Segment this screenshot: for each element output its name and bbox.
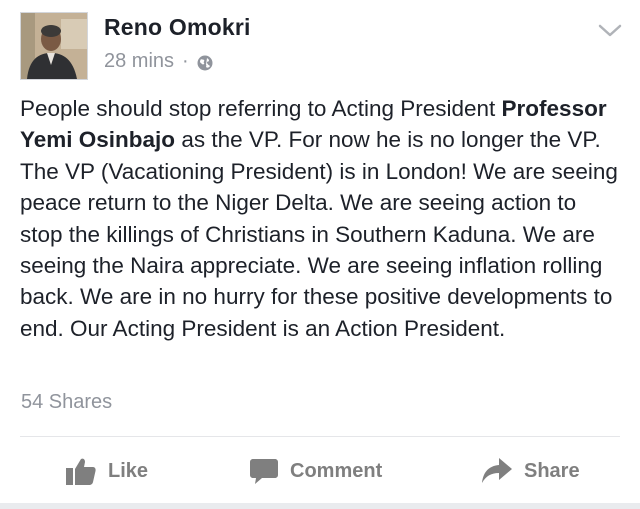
chevron-down-icon[interactable] (596, 18, 624, 42)
share-button[interactable]: Share (482, 455, 580, 487)
comment-label: Comment (290, 459, 383, 482)
post-meta: 28 mins · (104, 50, 213, 73)
like-label: Like (108, 459, 149, 482)
post-text: People should stop referring to Acting P… (20, 93, 620, 344)
share-label: Share (524, 459, 580, 482)
meta-separator: · (182, 50, 189, 72)
author-name[interactable]: Reno Omokri (104, 14, 251, 41)
post-text-part2: as the VP. For now he is no longer the V… (20, 127, 618, 341)
thumbs-up-icon (66, 458, 96, 485)
bottom-border (0, 503, 640, 509)
action-bar: Like Comment Share (0, 447, 640, 497)
post-text-part1: People should stop referring to Acting P… (20, 96, 502, 121)
comment-button[interactable]: Comment (250, 455, 382, 487)
shares-count[interactable]: 54 Shares (21, 391, 112, 414)
share-arrow-icon (482, 458, 512, 483)
like-button[interactable]: Like (66, 455, 148, 487)
post-header: Reno Omokri 28 mins · (0, 0, 640, 90)
post-timestamp[interactable]: 28 mins (104, 50, 174, 73)
avatar-image (21, 13, 87, 79)
globe-icon[interactable] (197, 54, 213, 70)
avatar[interactable] (20, 12, 88, 80)
comment-icon (250, 459, 278, 484)
divider (20, 436, 620, 437)
